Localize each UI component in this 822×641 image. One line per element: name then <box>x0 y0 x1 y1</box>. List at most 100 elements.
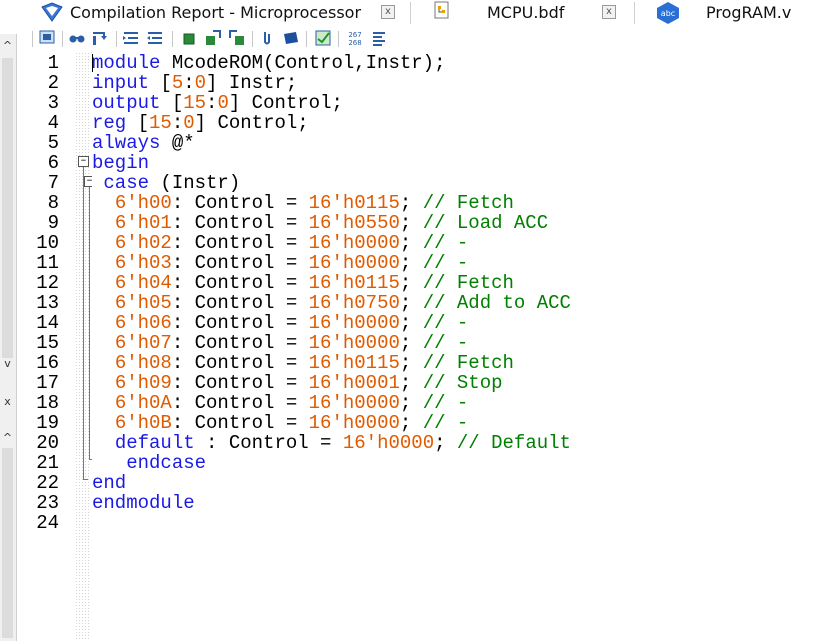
editor-settings-icon[interactable] <box>38 29 56 47</box>
line-number: 8 <box>47 192 59 214</box>
code-line[interactable]: 6'h05: Control = 16'h0750; // Add to ACC <box>92 293 571 313</box>
comment-token: // - <box>422 232 469 254</box>
indent-icon[interactable] <box>122 29 140 47</box>
number-token: 6'h05 <box>114 292 172 314</box>
scrollbar-track[interactable] <box>2 448 13 638</box>
tab-program-v[interactable]: abc ProgRAM.v <box>655 0 822 25</box>
comment-token: // Default <box>456 432 571 454</box>
number-token: 6'h07 <box>114 332 172 354</box>
number-token: 16'h0550 <box>308 212 400 234</box>
line-number: 13 <box>36 292 59 314</box>
code-line[interactable]: 6'h08: Control = 16'h0115; // Fetch <box>92 353 514 373</box>
code-line[interactable]: 6'h02: Control = 16'h0000; // - <box>92 233 468 253</box>
line-number: 14 <box>36 312 59 334</box>
code-token: ; <box>399 252 423 274</box>
code-line[interactable]: 6'h00: Control = 16'h0115; // Fetch <box>92 193 514 213</box>
line-number-gutter: 1 2 3 4 5 6 7 8 9 10 11 12 13 14 15 16 17 18 19 20 21 22 23 24 <box>17 52 75 641</box>
number-token: 16'h0000 <box>308 412 400 434</box>
code-line[interactable]: input [5:0] Instr; <box>92 73 297 93</box>
code-line[interactable]: reg [15:0] Control; <box>92 113 309 133</box>
code-line[interactable]: 6'h03: Control = 16'h0000; // - <box>92 253 468 273</box>
close-tab-icon[interactable]: x <box>381 5 395 19</box>
keyword-token: input <box>92 72 150 94</box>
code-line[interactable]: 6'h07: Control = 16'h0000; // - <box>92 333 468 353</box>
scroll-down-icon[interactable]: v <box>0 356 15 372</box>
code-line[interactable]: module McodeROM(Control,Instr); <box>92 53 445 73</box>
line-number: 6 <box>47 152 59 174</box>
code-token: : Control = <box>171 272 309 294</box>
attach-icon[interactable] <box>258 29 276 47</box>
toolbar-separator <box>338 31 339 47</box>
toolbar-separator <box>172 31 173 47</box>
code-line[interactable]: 6'h0B: Control = 16'h0000; // - <box>92 413 468 433</box>
bookmark-next-icon[interactable] <box>204 29 222 47</box>
comment-token: // - <box>422 252 469 274</box>
scroll-up-icon[interactable]: ^ <box>0 38 15 54</box>
number-token: 16'h0000 <box>342 432 435 454</box>
insert-template-icon[interactable] <box>314 29 332 47</box>
code-editor[interactable]: module McodeROM(Control,Instr); input [5:… <box>92 52 822 641</box>
close-panel-icon[interactable]: x <box>0 394 15 410</box>
code-line[interactable]: endcase <box>92 453 206 473</box>
close-tab-icon[interactable]: x <box>602 5 616 19</box>
number-token: 6'h08 <box>114 352 172 374</box>
fold-toggle-icon[interactable]: − <box>78 156 89 167</box>
number-token: 16'h0001 <box>308 372 400 394</box>
scroll-up-icon[interactable]: ^ <box>0 430 15 446</box>
find-icon[interactable] <box>68 29 86 47</box>
code-line[interactable]: 6'h01: Control = 16'h0550; // Load ACC <box>92 213 548 233</box>
fold-guide <box>89 187 90 459</box>
number-token: 6'h0A <box>114 392 172 414</box>
code-token: : Control = <box>171 212 309 234</box>
format-icon[interactable] <box>370 29 388 47</box>
number-token: 16'h0750 <box>308 292 400 314</box>
code-line[interactable]: always @* <box>92 133 195 153</box>
code-line[interactable]: 6'h06: Control = 16'h0000; // - <box>92 313 468 333</box>
code-token: : <box>183 72 195 94</box>
scrollbar-track[interactable] <box>2 58 13 358</box>
code-token: [ <box>149 72 172 94</box>
comment-icon[interactable] <box>282 29 300 47</box>
unindent-icon[interactable] <box>146 29 164 47</box>
tab-label: ProgRAM.v <box>706 3 792 22</box>
line-number: 3 <box>47 92 59 114</box>
fold-end-marker <box>83 479 88 480</box>
code-token: ; <box>399 412 423 434</box>
number-token: 16'h0115 <box>308 272 400 294</box>
number-token: 15 <box>149 112 172 134</box>
code-token: ; <box>399 392 423 414</box>
find-next-icon[interactable] <box>90 29 108 47</box>
code-line[interactable]: 6'h04: Control = 16'h0115; // Fetch <box>92 273 514 293</box>
keyword-token: endcase <box>126 452 207 474</box>
code-line[interactable]: output [15:0] Control; <box>92 93 343 113</box>
code-line[interactable]: 6'h0A: Control = 16'h0000; // - <box>92 393 468 413</box>
code-token: : <box>206 92 218 114</box>
tab-mcpu-bdf[interactable]: MCPU.bdf x <box>430 0 620 25</box>
code-line[interactable]: end <box>92 473 126 493</box>
code-line[interactable]: endmodule <box>92 493 195 513</box>
code-token: ; <box>399 232 423 254</box>
code-line[interactable]: 6'h09: Control = 16'h0001; // Stop <box>92 373 503 393</box>
code-line[interactable]: default : Control = 16'h0000; // Default <box>92 433 571 453</box>
keyword-token: begin <box>92 152 150 174</box>
code-token: @* <box>160 132 195 154</box>
comment-token: // Stop <box>422 372 503 394</box>
comment-token: // Load ACC <box>422 212 549 234</box>
number-token: 16'h0000 <box>308 232 400 254</box>
tab-compilation-report[interactable]: Compilation Report - Microprocessor x <box>40 0 395 25</box>
document-tab-bar: Compilation Report - Microprocessor x MC… <box>0 0 822 27</box>
code-token: (Instr) <box>149 172 241 194</box>
code-line[interactable]: case (Instr) <box>92 173 240 193</box>
line-number: 16 <box>36 352 59 374</box>
tab-label: Compilation Report - Microprocessor <box>70 3 362 22</box>
number-token: 16'h0115 <box>308 352 400 374</box>
bdf-file-icon <box>434 1 449 19</box>
bookmark-prev-icon[interactable] <box>228 29 246 47</box>
code-token: [ <box>160 92 184 114</box>
code-line[interactable]: begin <box>92 153 149 173</box>
code-folding-column: − − <box>75 52 95 641</box>
line-number-icon[interactable]: 267 268 <box>344 29 366 47</box>
bookmark-toggle-icon[interactable] <box>180 29 198 47</box>
